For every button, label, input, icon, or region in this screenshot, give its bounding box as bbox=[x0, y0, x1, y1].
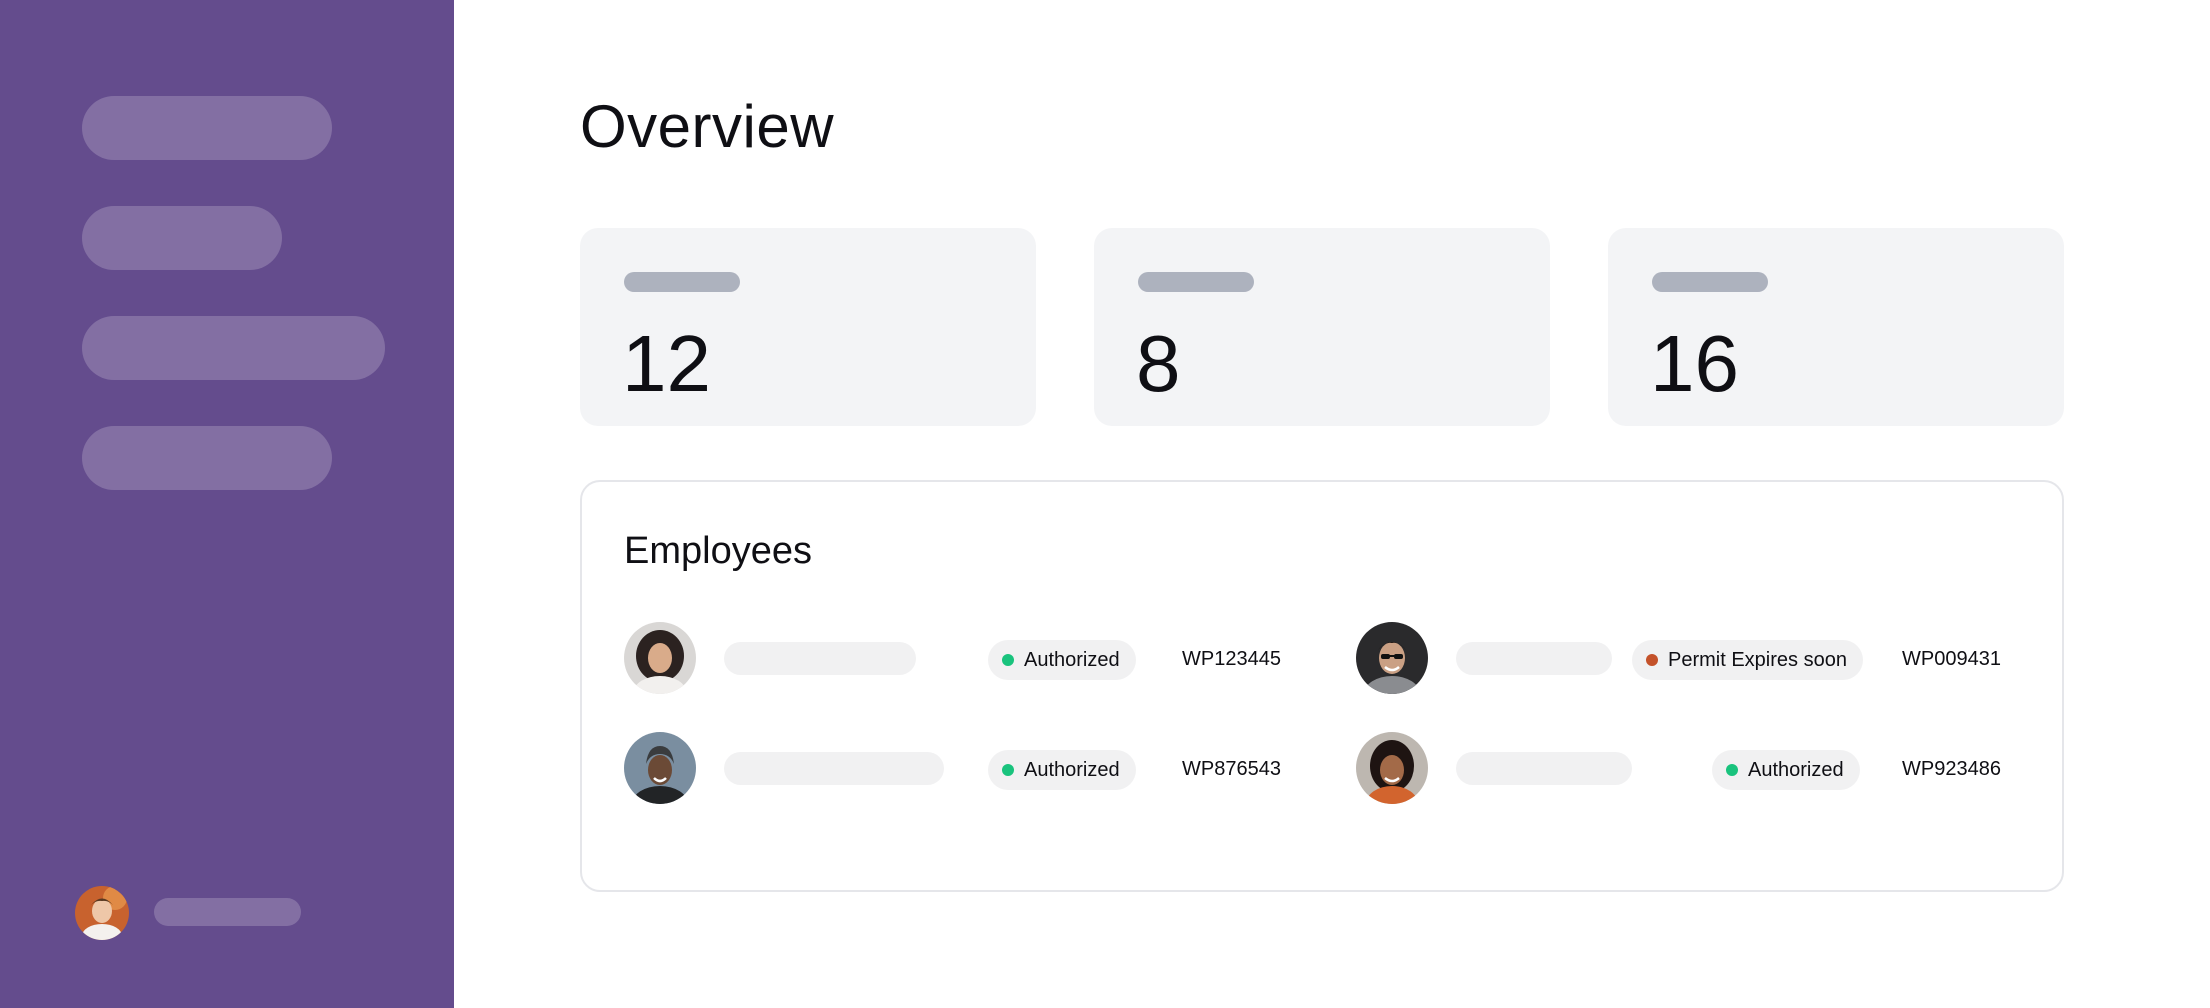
status-label: Authorized bbox=[1024, 758, 1120, 781]
permit-id: WP923486 bbox=[1902, 758, 2001, 780]
page-title: Overview bbox=[580, 93, 835, 160]
employee-row[interactable]: Authorized WP923486 bbox=[1356, 732, 2056, 806]
employee-avatar bbox=[1356, 622, 1428, 694]
main-content: Overview 12 8 16 Employees Authorized WP… bbox=[454, 0, 2210, 1008]
employee-name-placeholder bbox=[724, 642, 916, 675]
employees-title: Employees bbox=[624, 530, 812, 572]
sidebar-item-1[interactable] bbox=[82, 96, 332, 160]
permit-id: WP123445 bbox=[1182, 648, 1281, 670]
employee-name-placeholder bbox=[1456, 752, 1632, 785]
status-badge: Authorized bbox=[1712, 750, 1860, 790]
user-avatar[interactable] bbox=[75, 886, 129, 940]
status-badge: Permit Expires soon bbox=[1632, 640, 1863, 680]
user-name-placeholder bbox=[154, 898, 301, 926]
sidebar-item-3[interactable] bbox=[82, 316, 385, 380]
stat-card-1[interactable]: 12 bbox=[580, 228, 1036, 426]
stat-value: 16 bbox=[1650, 319, 1739, 408]
permit-id: WP876543 bbox=[1182, 758, 1281, 780]
status-badge: Authorized bbox=[988, 640, 1136, 680]
stat-value: 12 bbox=[622, 319, 711, 408]
stat-value: 8 bbox=[1136, 319, 1181, 408]
status-badge: Authorized bbox=[988, 750, 1136, 790]
employee-row[interactable]: Authorized WP123445 bbox=[624, 622, 1324, 696]
employee-avatar bbox=[624, 622, 696, 694]
sidebar-item-4[interactable] bbox=[82, 426, 332, 490]
employee-row[interactable]: Authorized WP876543 bbox=[624, 732, 1324, 806]
status-dot bbox=[1002, 654, 1014, 666]
app-window: Overview 12 8 16 Employees Authorized WP… bbox=[0, 0, 2210, 1008]
status-label: Permit Expires soon bbox=[1668, 648, 1847, 671]
status-label: Authorized bbox=[1748, 758, 1844, 781]
stat-label-placeholder bbox=[624, 272, 740, 292]
stat-card-3[interactable]: 16 bbox=[1608, 228, 2064, 426]
stat-label-placeholder bbox=[1652, 272, 1768, 292]
stat-card-2[interactable]: 8 bbox=[1094, 228, 1550, 426]
employee-avatar bbox=[624, 732, 696, 804]
employee-row[interactable]: Permit Expires soon WP009431 bbox=[1356, 622, 2056, 696]
status-dot bbox=[1646, 654, 1658, 666]
sidebar-item-2[interactable] bbox=[82, 206, 282, 270]
employee-name-placeholder bbox=[1456, 642, 1612, 675]
status-dot bbox=[1726, 764, 1738, 776]
employee-avatar bbox=[1356, 732, 1428, 804]
status-label: Authorized bbox=[1024, 648, 1120, 671]
stat-label-placeholder bbox=[1138, 272, 1254, 292]
permit-id: WP009431 bbox=[1902, 648, 2001, 670]
employee-name-placeholder bbox=[724, 752, 944, 785]
employees-card: Employees Authorized WP123445 Permit Exp… bbox=[580, 480, 2064, 892]
sidebar bbox=[0, 0, 454, 1008]
status-dot bbox=[1002, 764, 1014, 776]
